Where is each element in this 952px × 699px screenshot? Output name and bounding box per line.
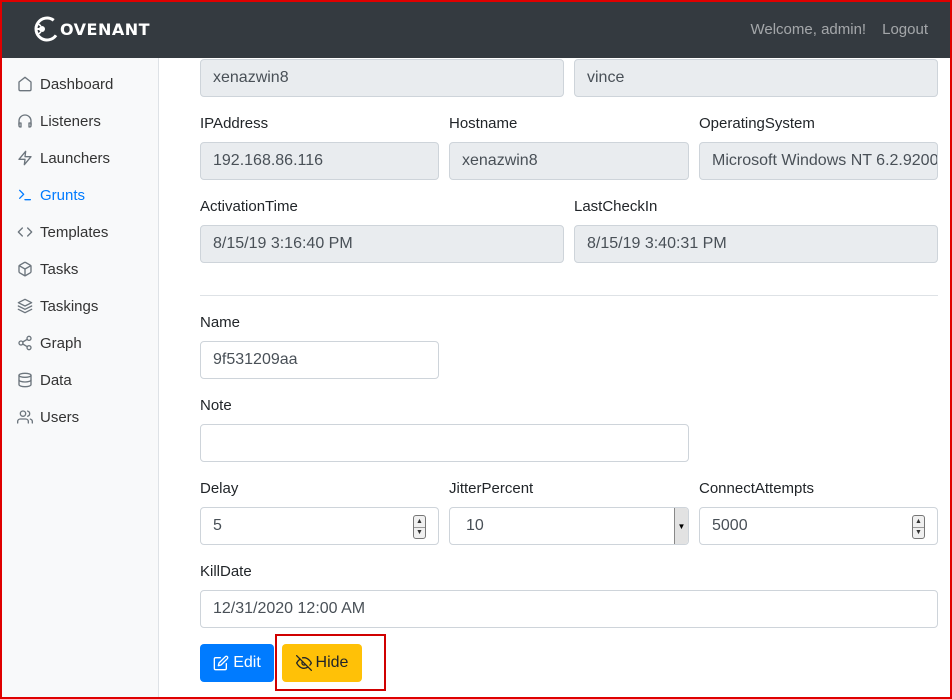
edit-icon [213,655,229,671]
ipaddress-field[interactable]: 192.168.86.116 [200,142,439,180]
share-icon [16,334,34,352]
sidebar-item-label: Dashboard [40,75,114,93]
name-label: Name [200,314,241,331]
edit-button[interactable]: Edit [200,644,274,682]
jitterpercent-label: JitterPercent [449,480,534,497]
sidebar-item-label: Tasks [40,260,79,278]
highlight-box [275,634,386,691]
sidebar-item-label: Graph [40,334,82,352]
hostname-field[interactable]: xenazwin8 [449,142,689,180]
top-left-field[interactable]: xenazwin8 [200,59,564,97]
sidebar-item-dashboard[interactable]: Dashboard [16,72,113,96]
connectattempts-input[interactable]: 5000 ▲ ▼ [699,507,938,545]
killdate-label: KillDate [200,563,252,580]
ipaddress-label: IPAddress [200,115,269,132]
headphones-icon [16,112,34,130]
delay-stepper[interactable]: ▲ ▼ [413,515,426,539]
chevron-up-icon[interactable]: ▲ [414,516,425,527]
connectattempts-value: 5000 [712,517,748,534]
name-input[interactable]: 9f531209aa [200,341,439,379]
logout-link[interactable]: Logout [882,21,928,38]
sidebar-item-data[interactable]: Data [16,368,72,392]
jitterpercent-value: 10 [466,517,484,534]
users-icon [16,408,34,426]
lastcheckin-field[interactable]: 8/15/19 3:40:31 PM [574,225,938,263]
nav-right: Welcome, admin! Logout [751,0,929,58]
sidebar-item-tasks[interactable]: Tasks [16,257,78,281]
sidebar-item-launchers[interactable]: Launchers [16,146,110,170]
sidebar-item-label: Grunts [40,186,86,204]
zap-icon [16,149,34,167]
operatingsystem-label: OperatingSystem [699,115,815,132]
edit-label: Edit [233,654,261,671]
top-navbar: OVENANT Welcome, admin! Logout [0,0,952,58]
sidebar-item-label: Data [40,371,72,389]
delay-value: 5 [213,517,222,534]
activationtime-label: ActivationTime [200,198,298,215]
code-icon [16,223,34,241]
layers-icon [16,297,34,315]
connectattempts-stepper[interactable]: ▲ ▼ [912,515,925,539]
sidebar-item-graph[interactable]: Graph [16,331,82,355]
section-divider [200,295,938,296]
sidebar-item-users[interactable]: Users [16,405,79,429]
sidebar-item-listeners[interactable]: Listeners [16,109,101,133]
connectattempts-label: ConnectAttempts [699,480,815,497]
delay-input[interactable]: 5 ▲ ▼ [200,507,439,545]
database-icon [16,371,34,389]
sidebar-item-grunts[interactable]: Grunts [16,183,85,207]
delay-label: Delay [200,480,239,497]
terminal-icon [16,186,34,204]
sidebar-item-label: Taskings [40,297,99,315]
box-icon [16,260,34,278]
note-input[interactable] [200,424,689,462]
welcome-text: Welcome, admin! [750,20,867,38]
chevron-down-icon[interactable]: ▼ [913,526,924,539]
activationtime-field[interactable]: 8/15/19 3:16:40 PM [200,225,564,263]
sidebar-item-taskings[interactable]: Taskings [16,294,98,318]
sidebar-item-templates[interactable]: Templates [16,220,108,244]
dropdown-arrow-icon[interactable]: ▼ [674,508,688,544]
chevron-up-icon[interactable]: ▲ [913,516,924,527]
covenant-logo-icon [34,16,60,42]
killdate-input[interactable]: 12/31/2020 12:00 AM [200,590,938,628]
note-label: Note [200,397,232,414]
sidebar-item-label: Users [40,408,80,426]
operatingsystem-field[interactable]: Microsoft Windows NT 6.2.9200.0 [699,142,938,180]
sidebar: Dashboard Listeners Launchers Grunts Tem… [2,58,159,697]
chevron-down-icon[interactable]: ▼ [414,526,425,539]
home-icon [16,75,34,93]
sidebar-item-label: Launchers [40,149,111,167]
jitterpercent-select[interactable]: 10 ▼ [449,507,689,545]
sidebar-item-label: Templates [40,223,109,241]
top-right-field[interactable]: vince [574,59,938,97]
hostname-label: Hostname [449,115,518,132]
sidebar-item-label: Listeners [40,112,101,130]
brand-logo[interactable]: OVENANT [32,14,150,44]
brand-name: OVENANT [60,19,151,39]
grunt-info-form: xenazwin8 vince IPAddress Hostname Opera… [160,58,950,697]
lastcheckin-label: LastCheckIn [574,198,658,215]
